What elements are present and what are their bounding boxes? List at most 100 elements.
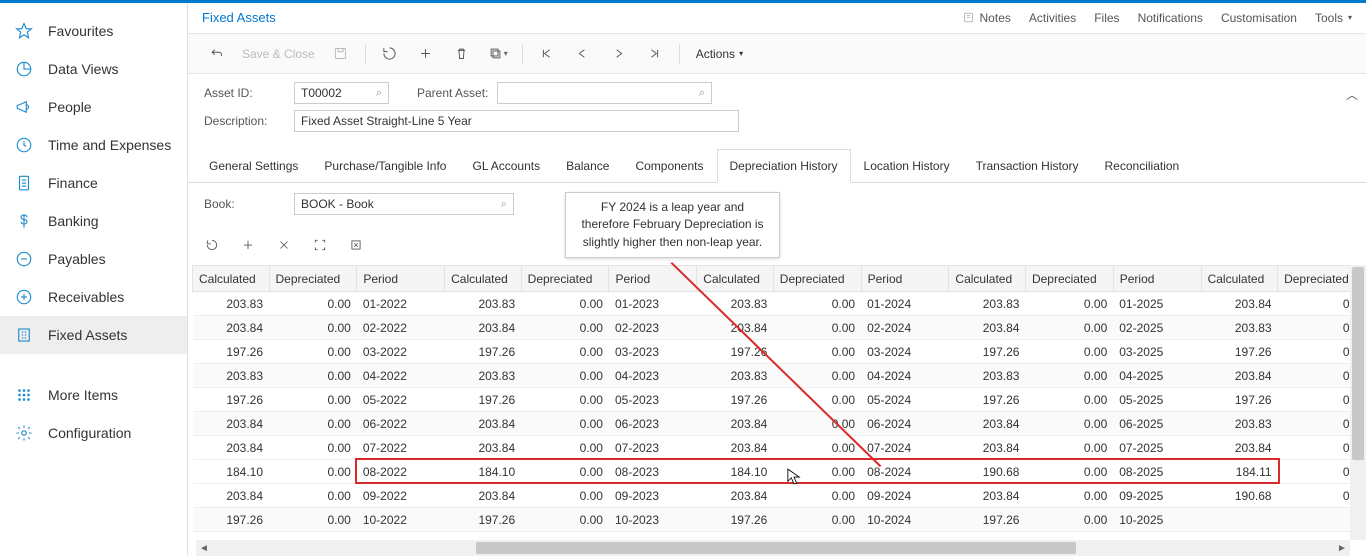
delete-row-icon[interactable] — [272, 233, 296, 257]
back-icon[interactable] — [200, 40, 232, 68]
column-header[interactable]: Calculated — [445, 266, 522, 292]
column-header[interactable]: Calculated — [1201, 266, 1278, 292]
first-icon[interactable] — [531, 40, 563, 68]
header-link-tools[interactable]: Tools ▾ — [1315, 11, 1352, 25]
tab-general-settings[interactable]: General Settings — [196, 149, 311, 183]
table-row[interactable]: 197.260.0003-2022197.260.0003-2023197.26… — [193, 340, 1366, 364]
tab-purchase-tangible-info[interactable]: Purchase/Tangible Info — [311, 149, 459, 183]
add-icon[interactable] — [410, 40, 442, 68]
column-header[interactable]: Calculated — [949, 266, 1026, 292]
table-row[interactable]: 203.830.0001-2022203.830.0001-2023203.83… — [193, 292, 1366, 316]
next-icon[interactable] — [603, 40, 635, 68]
export-icon[interactable] — [344, 233, 368, 257]
cell: 203.84 — [697, 436, 774, 460]
parent-asset-field[interactable]: ⌕ — [497, 82, 712, 104]
delete-icon[interactable] — [446, 40, 478, 68]
table-row[interactable]: 203.840.0006-2022203.840.0006-2023203.84… — [193, 412, 1366, 436]
tab-location-history[interactable]: Location History — [851, 149, 963, 183]
sidebar-item-label: People — [48, 99, 92, 115]
fit-icon[interactable] — [308, 233, 332, 257]
column-header[interactable]: Period — [357, 266, 445, 292]
column-header[interactable]: Period — [609, 266, 697, 292]
cell: 0.00 — [269, 388, 357, 412]
cell: 03-2022 — [357, 340, 445, 364]
sidebar-item-receivables[interactable]: Receivables — [0, 278, 187, 316]
horizontal-scrollbar[interactable]: ◄► — [196, 540, 1350, 556]
sidebar-item-more-items[interactable]: More Items — [0, 376, 187, 414]
cell: 0.00 — [521, 412, 609, 436]
search-icon[interactable]: ⌕ — [376, 87, 382, 100]
add-row-icon[interactable] — [236, 233, 260, 257]
table-row[interactable]: 197.260.0005-2022197.260.0005-2023197.26… — [193, 388, 1366, 412]
actions-dropdown[interactable]: Actions▾ — [688, 43, 751, 65]
column-header[interactable]: Period — [861, 266, 949, 292]
breadcrumb[interactable]: Fixed Assets — [202, 10, 276, 25]
tab-balance[interactable]: Balance — [553, 149, 622, 183]
tab-reconciliation[interactable]: Reconciliation — [1092, 149, 1193, 183]
column-header[interactable]: Calculated — [193, 266, 270, 292]
header-link-notes[interactable]: Notes — [962, 11, 1011, 25]
table-row[interactable]: 203.840.0007-2022203.840.0007-2023203.84… — [193, 436, 1366, 460]
tab-components[interactable]: Components — [622, 149, 716, 183]
header-link-files[interactable]: Files — [1094, 11, 1119, 25]
cell: 184.10 — [697, 460, 774, 484]
cell: 190.68 — [1201, 484, 1278, 508]
column-header[interactable]: Depreciated — [521, 266, 609, 292]
cell: 203.83 — [697, 292, 774, 316]
cell: 0.00 — [1025, 412, 1113, 436]
undo-icon[interactable] — [374, 40, 406, 68]
sidebar-item-people[interactable]: People — [0, 88, 187, 126]
sidebar-item-finance[interactable]: Finance — [0, 164, 187, 202]
cell: 05-2023 — [609, 388, 697, 412]
vertical-scrollbar[interactable] — [1350, 265, 1366, 540]
refresh-icon[interactable] — [200, 233, 224, 257]
sidebar-item-configuration[interactable]: Configuration — [0, 414, 187, 452]
column-header[interactable]: Depreciated — [1025, 266, 1113, 292]
cell: 0.00 — [521, 340, 609, 364]
sidebar-item-favourites[interactable]: Favourites — [0, 12, 187, 50]
cell: 203.84 — [193, 436, 270, 460]
copy-icon[interactable]: ▾ — [482, 40, 514, 68]
book-field[interactable]: BOOK - Book⌕ — [294, 193, 514, 215]
cell: 203.83 — [445, 364, 522, 388]
sidebar-item-fixed-assets[interactable]: Fixed Assets — [0, 316, 187, 354]
cell: 0.00 — [1025, 340, 1113, 364]
prev-icon[interactable] — [567, 40, 599, 68]
description-field[interactable]: Fixed Asset Straight-Line 5 Year — [294, 110, 739, 132]
sidebar-item-label: Payables — [48, 251, 106, 267]
table-row[interactable]: 184.100.0008-2022184.100.0008-2023184.10… — [193, 460, 1366, 484]
table-row[interactable]: 203.840.0009-2022203.840.0009-2023203.84… — [193, 484, 1366, 508]
sidebar-item-banking[interactable]: Banking — [0, 202, 187, 240]
search-icon[interactable]: ⌕ — [501, 198, 507, 211]
sidebar-item-time-and-expenses[interactable]: Time and Expenses — [0, 126, 187, 164]
asset-id-field[interactable]: T00002⌕ — [294, 82, 389, 104]
cell: 184.10 — [445, 460, 522, 484]
column-header[interactable]: Calculated — [697, 266, 774, 292]
tab-gl-accounts[interactable]: GL Accounts — [459, 149, 553, 183]
last-icon[interactable] — [639, 40, 671, 68]
cell: 197.26 — [697, 388, 774, 412]
save-icon[interactable] — [325, 40, 357, 68]
save-close-button[interactable]: Save & Close — [236, 47, 321, 61]
collapse-chevron-icon[interactable]: ︿ — [1346, 86, 1358, 103]
cell: 0.00 — [269, 316, 357, 340]
table-row[interactable]: 197.260.0010-2022197.260.0010-2023197.26… — [193, 508, 1366, 532]
column-header[interactable]: Depreciated — [773, 266, 861, 292]
cell: 05-2025 — [1113, 388, 1201, 412]
sidebar-item-data-views[interactable]: Data Views — [0, 50, 187, 88]
table-row[interactable]: 203.840.0002-2022203.840.0002-2023203.84… — [193, 316, 1366, 340]
cell: 203.84 — [949, 436, 1026, 460]
column-header[interactable]: Period — [1113, 266, 1201, 292]
search-icon[interactable]: ⌕ — [699, 87, 705, 100]
tab-depreciation-history[interactable]: Depreciation History — [717, 149, 851, 183]
cell: 197.26 — [949, 388, 1026, 412]
header-link-notifications[interactable]: Notifications — [1138, 11, 1203, 25]
header-link-activities[interactable]: Activities — [1029, 11, 1076, 25]
tab-transaction-history[interactable]: Transaction History — [963, 149, 1092, 183]
cell: 197.26 — [445, 388, 522, 412]
cell: 0.00 — [269, 508, 357, 532]
column-header[interactable]: Depreciated — [269, 266, 357, 292]
header-link-customisation[interactable]: Customisation — [1221, 11, 1297, 25]
cell: 0.00 — [521, 364, 609, 388]
sidebar-item-payables[interactable]: Payables — [0, 240, 187, 278]
